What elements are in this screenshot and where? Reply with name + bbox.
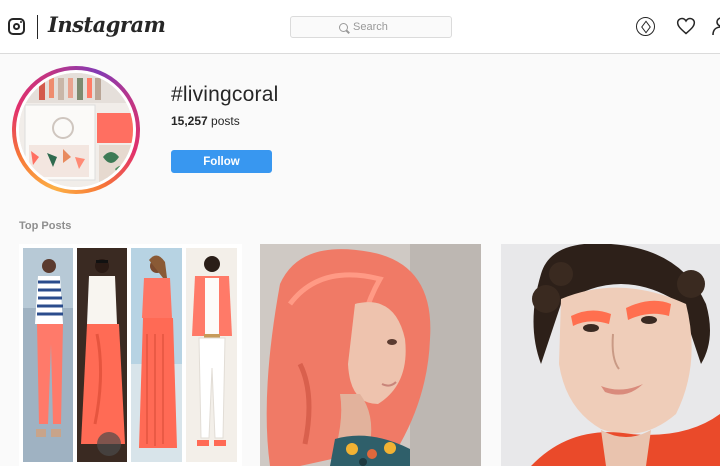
instagram-glyph-icon[interactable]	[8, 18, 25, 35]
collage-panel-1	[23, 248, 73, 462]
post-coral-hair-portrait[interactable]	[260, 244, 481, 466]
post-outfit-collage[interactable]	[19, 244, 242, 466]
compass-icon[interactable]	[636, 17, 655, 36]
hashtag-avatar	[16, 70, 136, 190]
top-nav: Instagram	[0, 0, 720, 54]
search-icon	[339, 22, 348, 32]
post-count: 15,257 posts	[171, 114, 240, 128]
search-box[interactable]	[290, 16, 452, 38]
top-posts-label: Top Posts	[19, 220, 72, 232]
hashtag-avatar-ring	[12, 66, 140, 194]
instagram-wordmark[interactable]: Instagram	[48, 12, 166, 37]
hashtag-title: #livingcoral	[171, 83, 279, 106]
heart-icon[interactable]	[676, 16, 696, 36]
post-coral-eyeshadow-portrait[interactable]	[501, 244, 720, 466]
collage-panel-3	[131, 248, 182, 462]
post-count-suffix: posts	[207, 114, 240, 128]
nav-divider	[37, 15, 38, 39]
follow-button[interactable]: Follow	[171, 150, 272, 173]
profile-icon[interactable]	[712, 17, 720, 35]
post-count-number: 15,257	[171, 114, 208, 128]
search-input[interactable]	[353, 21, 403, 33]
collage-panel-4	[186, 248, 237, 462]
collage-panel-2	[77, 248, 127, 462]
